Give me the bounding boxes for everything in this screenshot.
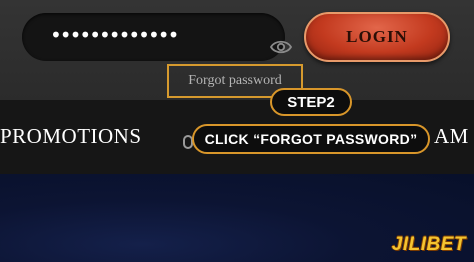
password-input[interactable]: ••••••••••••• [22, 13, 292, 61]
login-button[interactable]: LOGIN [304, 12, 450, 62]
step-badge: STEP2 [270, 88, 352, 116]
nav-item-partial[interactable]: AM [434, 124, 469, 149]
instruction-callout: CLICK “FORGOT PASSWORD” [192, 124, 430, 154]
header-bar: ••••••••••••• LOGIN Forgot password [0, 0, 474, 100]
brand-logo: JILIBET [391, 234, 466, 255]
eye-icon[interactable] [270, 39, 292, 55]
content-area: JILIBET [0, 174, 474, 262]
nav-item-promotions[interactable]: PROMOTIONS [0, 124, 142, 149]
password-value: ••••••••••••• [50, 23, 179, 47]
